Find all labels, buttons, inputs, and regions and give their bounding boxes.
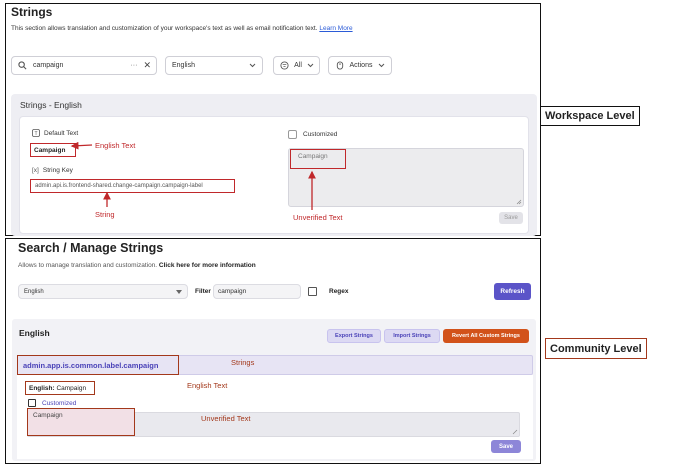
community-filter-input[interactable]: campaign [213,284,301,299]
community-language-select[interactable]: English [18,284,188,299]
revert-custom-strings-button[interactable]: Revert All Custom Strings [443,329,529,343]
string-annotation: String [95,210,115,219]
community-section-title: English [19,328,50,338]
resize-handle-icon[interactable] [512,429,518,435]
manage-description-text: Allows to manage translation and customi… [18,262,158,269]
import-strings-button[interactable]: Import Strings [384,329,440,343]
community-string-key: admin.app.is.common.label.campaign [17,355,179,375]
community-english-annotation: English Text [187,381,228,390]
manage-strings-title: Search / Manage Strings [18,241,164,255]
caret-down-icon [176,289,182,294]
community-strings-section: English Export Strings Import Strings Re… [12,319,536,461]
community-english-text: English: Campaign [25,381,95,395]
manage-description: Allows to manage translation and customi… [18,262,256,269]
english-text-annotation: English Text [95,141,136,150]
more-info-link[interactable]: Click here for more information [159,262,256,269]
regex-label: Regex [329,288,349,295]
workspace-level-label: Workspace Level [540,106,640,126]
english-prefix: English: [29,384,55,392]
community-panel: Search / Manage Strings Allows to manage… [5,238,541,464]
community-customized-row: Customized [28,399,76,407]
refresh-button[interactable]: Refresh [494,283,531,300]
regex-checkbox[interactable] [308,287,317,296]
community-level-label: Community Level [545,338,647,359]
unverified-text-annotation: Unverified Text [293,213,343,222]
filter-label: Filter [195,288,211,295]
community-language-value: English [24,288,44,295]
english-text-arrow [70,141,93,150]
community-unverified-annotation: Unverified Text [201,414,251,423]
community-save-button[interactable]: Save [491,440,521,453]
page: Strings This section allows translation … [0,0,688,466]
community-unverified-text: Campaign [27,408,135,436]
strings-annotation: Strings [231,358,255,367]
english-value: Campaign [56,384,87,392]
export-strings-button[interactable]: Export Strings [327,329,381,343]
community-customized-label: Customized [42,399,77,407]
community-customized-checkbox[interactable] [28,399,36,407]
